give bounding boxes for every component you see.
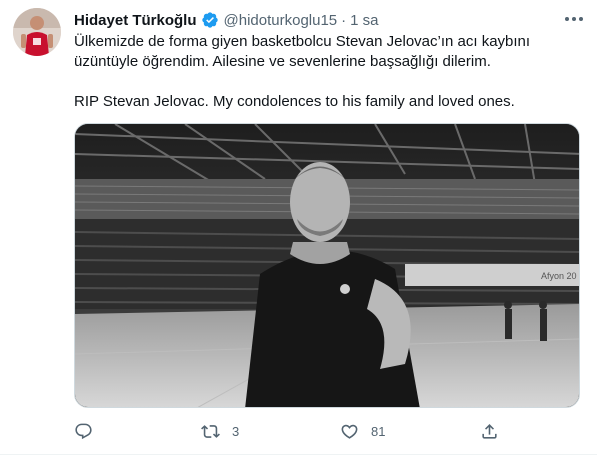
tweet-text-line: RIP Stevan Jelovac. My condolences to hi…: [74, 93, 515, 110]
tweet-actions: 3 81: [74, 420, 514, 442]
avatar-image: [13, 8, 61, 56]
more-icon[interactable]: [565, 12, 583, 26]
photo-image: Afyon 20: [75, 124, 579, 407]
separator-dot: ·: [341, 11, 347, 29]
retweet-count: 3: [232, 423, 240, 439]
reply-icon: [75, 423, 92, 439]
tweet-text-line: Ülkemizde de forma giyen basketbolcu Ste…: [74, 33, 531, 50]
author-handle[interactable]: @hidoturkoglu15: [224, 12, 338, 29]
retweet-icon: [201, 424, 220, 438]
like-count: 81: [371, 423, 386, 439]
tweet[interactable]: Hidayet Türkoğlu @hidoturkoglu15 · 1 sa …: [0, 0, 597, 455]
tweet-header: Hidayet Türkoğlu @hidoturkoglu15 · 1 sa: [74, 10, 585, 30]
svg-text:Afyon 20: Afyon 20: [541, 271, 577, 281]
avatar[interactable]: [13, 8, 61, 56]
tweet-text: Ülkemizde de forma giyen basketbolcu Ste…: [74, 32, 574, 112]
tweet-photo[interactable]: Afyon 20: [74, 123, 580, 408]
tweet-time[interactable]: 1 sa: [350, 12, 378, 29]
author-name[interactable]: Hidayet Türkoğlu: [74, 12, 197, 29]
share-icon: [482, 423, 497, 439]
verified-badge-icon: [201, 11, 219, 29]
reply-button[interactable]: [74, 420, 105, 442]
retweet-button[interactable]: 3: [201, 420, 239, 442]
share-button[interactable]: [480, 420, 499, 442]
like-icon: [341, 424, 358, 439]
like-button[interactable]: 81: [340, 420, 385, 442]
tweet-text-line: üzüntüyle öğrendim. Ailesine ve sevenler…: [74, 53, 491, 70]
